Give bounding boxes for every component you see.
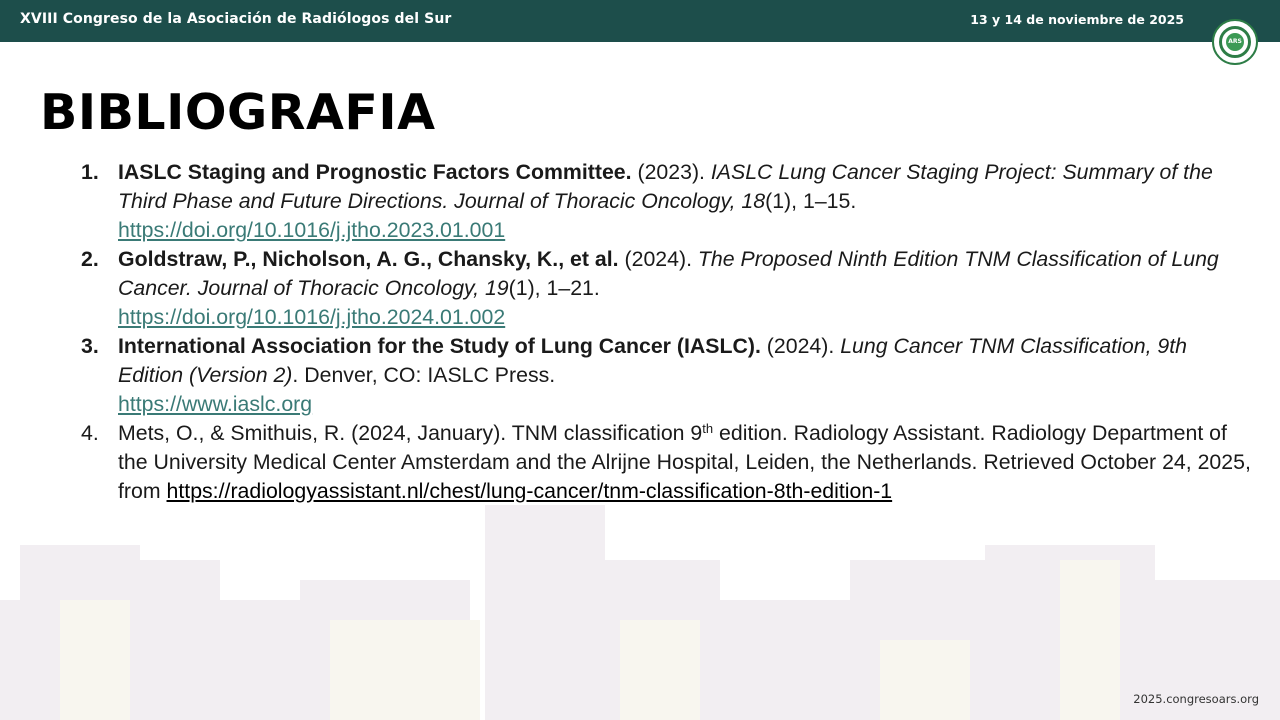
reference-item-3: 3. International Association for the Stu…	[81, 332, 1253, 419]
reference-authors: IASLC Staging and Prognostic Factors Com…	[118, 160, 632, 184]
ars-logo: ARS	[1212, 19, 1258, 65]
logo-text: ARS	[1226, 33, 1244, 51]
reference-link[interactable]: https://doi.org/10.1016/j.jtho.2023.01.0…	[118, 218, 505, 242]
event-date: 13 y 14 de noviembre de 2025	[970, 12, 1184, 27]
reference-number: 3.	[81, 334, 99, 358]
reference-link[interactable]: https://doi.org/10.1016/j.jtho.2024.01.0…	[118, 305, 505, 329]
reference-authors: International Association for the Study …	[118, 334, 761, 358]
reference-number: 2.	[81, 247, 99, 271]
footer-website: 2025.congresoars.org	[1133, 692, 1259, 706]
slide-title: BIBLIOGRAFIA	[40, 84, 436, 141]
header-bar: XVIII Congreso de la Asociación de Radió…	[0, 0, 1280, 42]
reference-item-2: 2. Goldstraw, P., Nicholson, A. G., Chan…	[81, 245, 1253, 332]
reference-year: (2024).	[618, 247, 698, 271]
reference-number: 4.	[81, 421, 99, 445]
reference-details: . Denver, CO: IASLC Press.	[292, 363, 556, 387]
reference-item-1: 1. IASLC Staging and Prognostic Factors …	[81, 158, 1253, 245]
reference-item-4: 4. Mets, O., & Smithuis, R. (2024, Janua…	[81, 419, 1253, 506]
reference-link[interactable]: https://radiologyassistant.nl/chest/lung…	[167, 479, 893, 503]
event-title: XVIII Congreso de la Asociación de Radió…	[20, 11, 452, 27]
reference-text: Mets, O., & Smithuis, R. (2024, January)…	[118, 421, 703, 445]
reference-superscript: th	[702, 421, 714, 436]
reference-number: 1.	[81, 160, 99, 184]
reference-list: 1. IASLC Staging and Prognostic Factors …	[81, 158, 1253, 506]
reference-details: (1), 1–15.	[765, 189, 857, 213]
reference-year: (2024).	[760, 334, 841, 358]
reference-year: (2023).	[631, 160, 711, 184]
reference-authors: Goldstraw, P., Nicholson, A. G., Chansky…	[118, 247, 619, 271]
reference-link[interactable]: https://www.iaslc.org	[118, 392, 312, 416]
reference-details: (1), 1–21.	[508, 276, 600, 300]
